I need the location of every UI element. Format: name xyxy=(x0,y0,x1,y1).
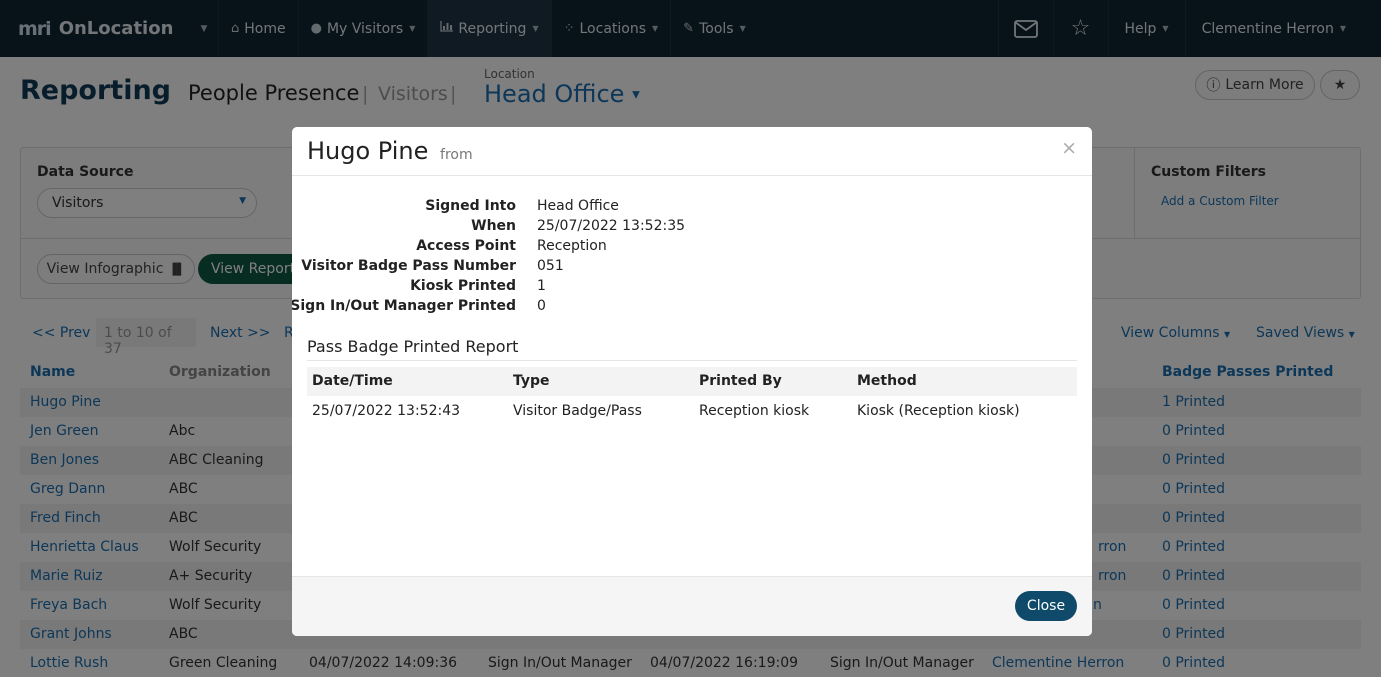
detail-row: Signed Into Head Office xyxy=(292,198,1092,218)
modal-title: Hugo Pine from xyxy=(307,137,473,165)
detail-label: Kiosk Printed xyxy=(410,278,516,294)
modal-footer: Close xyxy=(292,576,1092,636)
report-cell-method: Kiosk (Reception kiosk) xyxy=(857,403,1020,419)
detail-label: Visitor Badge Pass Number xyxy=(301,258,516,274)
detail-label: Access Point xyxy=(416,238,516,254)
visitor-name: Hugo Pine xyxy=(307,137,429,165)
detail-label: Sign In/Out Manager Printed xyxy=(292,298,516,314)
detail-row: Access Point Reception xyxy=(292,238,1092,258)
report-table-header: Date/Time Type Printed By Method xyxy=(307,367,1077,396)
visitor-from: from xyxy=(440,147,473,163)
detail-row: Kiosk Printed 1 xyxy=(292,278,1092,298)
detail-row: Sign In/Out Manager Printed 0 xyxy=(292,298,1092,318)
report-col-method: Method xyxy=(857,373,917,389)
report-cell-datetime: 25/07/2022 13:52:43 xyxy=(312,403,461,419)
detail-label: Signed Into xyxy=(425,198,516,214)
report-col-datetime: Date/Time xyxy=(312,373,393,389)
close-icon[interactable]: × xyxy=(1061,139,1077,158)
divider xyxy=(307,360,1077,361)
modal-header: Hugo Pine from × xyxy=(292,127,1092,176)
detail-row: When 25/07/2022 13:52:35 xyxy=(292,218,1092,238)
close-button[interactable]: Close xyxy=(1015,591,1077,621)
report-cell-type: Visitor Badge/Pass xyxy=(513,403,642,419)
detail-value: 0 xyxy=(537,298,546,314)
report-cell-printed-by: Reception kiosk xyxy=(699,403,810,419)
detail-value: Head Office xyxy=(537,198,619,214)
detail-row: Visitor Badge Pass Number 051 xyxy=(292,258,1092,278)
detail-value: 051 xyxy=(537,258,564,274)
report-col-type: Type xyxy=(513,373,550,389)
detail-value: 1 xyxy=(537,278,546,294)
detail-value: 25/07/2022 13:52:35 xyxy=(537,218,686,234)
visitor-detail-modal: Hugo Pine from × Signed Into Head Office… xyxy=(292,127,1092,636)
detail-label: When xyxy=(471,218,516,234)
detail-value: Reception xyxy=(537,238,607,254)
section-title: Pass Badge Printed Report xyxy=(307,337,519,356)
report-col-printed-by: Printed By xyxy=(699,373,782,389)
